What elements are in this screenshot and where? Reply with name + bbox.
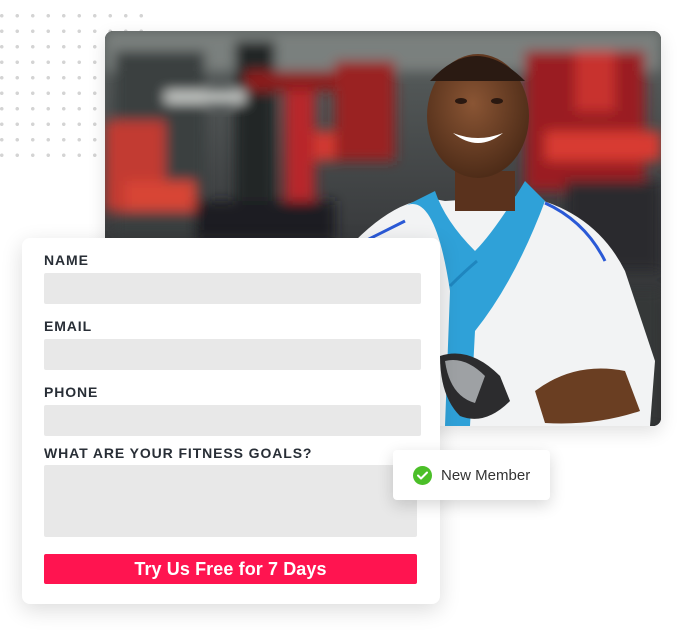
- new-member-badge: New Member: [393, 450, 550, 500]
- signup-form: NAME EMAIL PHONE WHAT ARE YOUR FITNESS G…: [22, 238, 440, 604]
- phone-label: PHONE: [44, 384, 99, 400]
- check-circle-icon: [413, 465, 432, 485]
- fitness-goals-textarea[interactable]: [44, 465, 417, 537]
- phone-input[interactable]: [44, 405, 421, 436]
- badge-text: New Member: [441, 466, 531, 484]
- email-input[interactable]: [44, 339, 421, 370]
- email-label: EMAIL: [44, 318, 93, 334]
- fitness-goals-label: WHAT ARE YOUR FITNESS GOALS?: [44, 445, 313, 461]
- try-free-button[interactable]: Try Us Free for 7 Days: [44, 554, 417, 584]
- name-label: NAME: [44, 252, 89, 268]
- name-input[interactable]: [44, 273, 421, 304]
